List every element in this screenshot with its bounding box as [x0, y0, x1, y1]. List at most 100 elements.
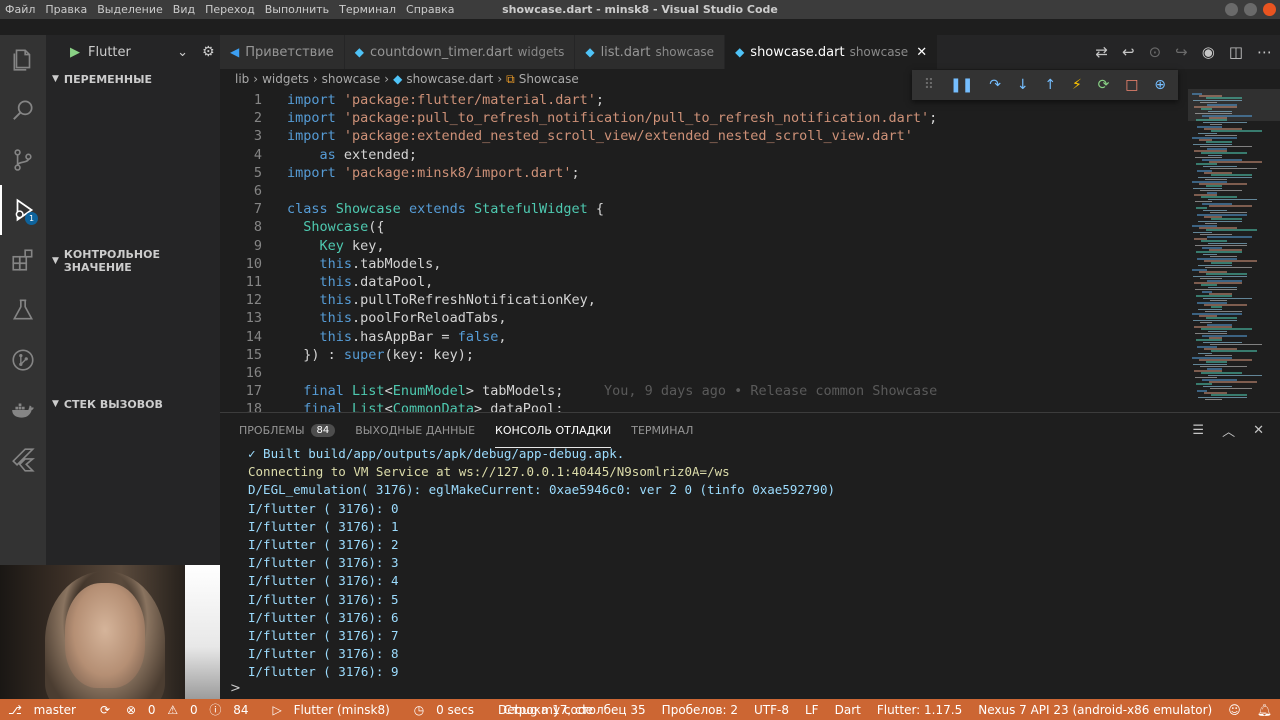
stop-icon[interactable]: □ [1125, 77, 1138, 93]
code-editor[interactable]: 1 import 'package:flutter/material.dart';… [220, 89, 1186, 412]
line-ending[interactable]: LF [797, 703, 827, 717]
code-line[interactable]: 15 }) : super(key: key); [220, 346, 1186, 364]
pause-icon[interactable]: ❚❚ [950, 77, 973, 93]
variables-section[interactable]: ▼ ПЕРЕМЕННЫЕ [46, 69, 220, 89]
encoding[interactable]: UTF-8 [746, 703, 797, 717]
breadcrumb-item[interactable]: showcase [322, 72, 381, 86]
line-code: this.hasAppBar = false, [319, 328, 507, 345]
code-line[interactable]: 14 this.hasAppBar = false, [220, 328, 1186, 346]
tab-countdown-timer[interactable]: ◆ countdown_timer.dart widgets [344, 35, 576, 69]
git-branch-status[interactable]: ⎇ master [0, 703, 92, 717]
go-back-icon[interactable]: ↩ [1122, 43, 1135, 61]
go-forward-icon[interactable]: ↪ [1175, 43, 1188, 61]
line-number: 4 [253, 146, 262, 163]
code-line[interactable]: 5 import 'package:minsk8/import.dart'; [220, 164, 1186, 182]
start-debugging-icon[interactable]: ▶ [70, 45, 80, 60]
menu-terminal[interactable]: Терминал [334, 0, 401, 19]
tab-showcase[interactable]: ◆ showcase.dart showcase ✕ [725, 35, 939, 69]
menu-edit[interactable]: Правка [40, 0, 92, 19]
tab-terminal[interactable]: ТЕРМИНАЛ [631, 413, 693, 448]
git-graph-activity[interactable] [0, 335, 46, 385]
problems-status[interactable]: ⊗ 0 ⚠ 0 ⓘ 84 [118, 701, 264, 718]
open-devtools-icon[interactable]: ◉ [1202, 43, 1215, 61]
code-line[interactable]: 10 this.tabModels, [220, 255, 1186, 273]
testing-activity[interactable] [0, 285, 46, 335]
tab-label: ПРОБЛЕМЫ [239, 424, 305, 437]
flutter-version[interactable]: Flutter: 1.17.5 [869, 703, 970, 717]
minimize-button[interactable] [1225, 3, 1238, 16]
watch-section[interactable]: ▼ КОНТРОЛЬНОЕ ЗНАЧЕНИЕ [46, 248, 220, 274]
debug-toolbar: ⠿ ❚❚ ↷ ↓ ↑ ⚡ ⟳ □ ⊕ [912, 70, 1178, 100]
clear-console-icon[interactable]: ☰ [1192, 423, 1204, 438]
tab-list[interactable]: ◆ list.dart showcase [575, 35, 726, 69]
source-control-activity[interactable] [0, 135, 46, 185]
menu-selection[interactable]: Выделение [92, 0, 168, 19]
extensions-activity[interactable] [0, 235, 46, 285]
timer-status[interactable]: ◷ 0 secs [406, 703, 490, 717]
sync-icon[interactable]: ⟳ [92, 703, 118, 717]
step-into-icon[interactable]: ↓ [1017, 77, 1029, 93]
code-line[interactable]: 3 import 'package:extended_nested_scroll_… [220, 127, 1186, 145]
bell-icon[interactable]: 🔔︎ [1249, 703, 1280, 717]
code-line[interactable]: 8 Showcase({ [220, 218, 1186, 236]
menu-view[interactable]: Вид [168, 0, 200, 19]
close-window-button[interactable] [1263, 3, 1276, 16]
code-line[interactable]: 2 import 'package:pull_to_refresh_notific… [220, 109, 1186, 127]
hot-reload-icon[interactable]: ⚡ [1072, 77, 1082, 93]
close-icon[interactable]: ✕ [916, 45, 927, 60]
run-config-select[interactable]: Flutter ⌄ [88, 45, 188, 60]
search-activity[interactable] [0, 85, 46, 135]
code-line[interactable]: 18 final List<CommonData> dataPool; [220, 400, 1186, 412]
language-mode[interactable]: Dart [827, 703, 869, 717]
indentation[interactable]: Пробелов: 2 [654, 703, 746, 717]
section-title: ПЕРЕМЕННЫЕ [63, 72, 153, 86]
call-stack-section[interactable]: ▼ СТЕК ВЫЗОВОВ [46, 394, 220, 414]
console-prompt[interactable]: > [230, 681, 241, 696]
breadcrumb-item[interactable]: showcase.dart [406, 72, 493, 86]
tab-welcome[interactable]: ◀ Приветствие [220, 35, 345, 69]
cursor-position[interactable]: Строка 17, столбец 35 [495, 703, 653, 717]
breadcrumb-item[interactable]: widgets [262, 72, 309, 86]
breadcrumb-item[interactable]: lib [235, 72, 249, 86]
menu-run[interactable]: Выполнить [260, 0, 334, 19]
explorer-activity[interactable] [0, 35, 46, 85]
code-line[interactable]: 16 [220, 364, 1186, 382]
code-line[interactable]: 7 class Showcase extends StatefulWidget { [220, 200, 1186, 218]
tab-debug-console[interactable]: КОНСОЛЬ ОТЛАДКИ [495, 413, 612, 448]
code-line[interactable]: 12 this.pullToRefreshNotificationKey, [220, 291, 1186, 309]
maximize-panel-icon[interactable]: ︿ [1222, 421, 1235, 440]
code-line[interactable]: 9 Key key, [220, 237, 1186, 255]
breadcrumb-item[interactable]: Showcase [519, 72, 579, 86]
docker-activity[interactable] [0, 385, 46, 435]
debug-session-status[interactable]: ▷ Flutter (minsk8) [265, 703, 406, 717]
device-selector[interactable]: Nexus 7 API 23 (android-x86 emulator) [970, 703, 1220, 717]
close-panel-icon[interactable]: ✕ [1253, 423, 1264, 438]
tab-problems[interactable]: ПРОБЛЕМЫ 84 [239, 413, 336, 448]
code-line[interactable]: 4 as extended; [220, 146, 1186, 164]
restart-icon[interactable]: ⟳ [1098, 77, 1110, 93]
menu-file[interactable]: Файл [0, 0, 40, 19]
drag-handle-icon[interactable]: ⠿ [924, 77, 934, 93]
minimap[interactable] [1186, 89, 1280, 412]
gear-icon[interactable]: ⚙ [202, 44, 215, 60]
code-line[interactable]: 6 [220, 182, 1186, 200]
tab-label: list.dart [600, 44, 651, 60]
debug-badge: 1 [25, 212, 38, 225]
step-out-icon[interactable]: ↑ [1044, 77, 1056, 93]
more-actions-icon[interactable]: ⋯ [1257, 43, 1272, 61]
maximize-button[interactable] [1244, 3, 1257, 16]
code-line[interactable]: 17 final List<EnumModel> tabModels; You,… [220, 382, 1186, 400]
feedback-icon[interactable]: ☺ [1220, 703, 1249, 717]
menu-go[interactable]: Переход [200, 0, 260, 19]
step-over-icon[interactable]: ↷ [989, 77, 1001, 93]
code-line[interactable]: 11 this.dataPool, [220, 273, 1186, 291]
compare-icon[interactable]: ⇄ [1095, 43, 1108, 61]
previous-change-icon[interactable]: ⊙ [1149, 43, 1162, 61]
menu-help[interactable]: Справка [401, 0, 459, 19]
flutter-activity[interactable] [0, 435, 46, 485]
code-line[interactable]: 13 this.poolForReloadTabs, [220, 309, 1186, 327]
inspect-widget-icon[interactable]: ⊕ [1154, 77, 1166, 93]
tab-output[interactable]: ВЫХОДНЫЕ ДАННЫЕ [355, 413, 475, 448]
run-debug-activity[interactable]: 1 [0, 185, 46, 235]
split-editor-icon[interactable]: ◫ [1229, 43, 1243, 61]
